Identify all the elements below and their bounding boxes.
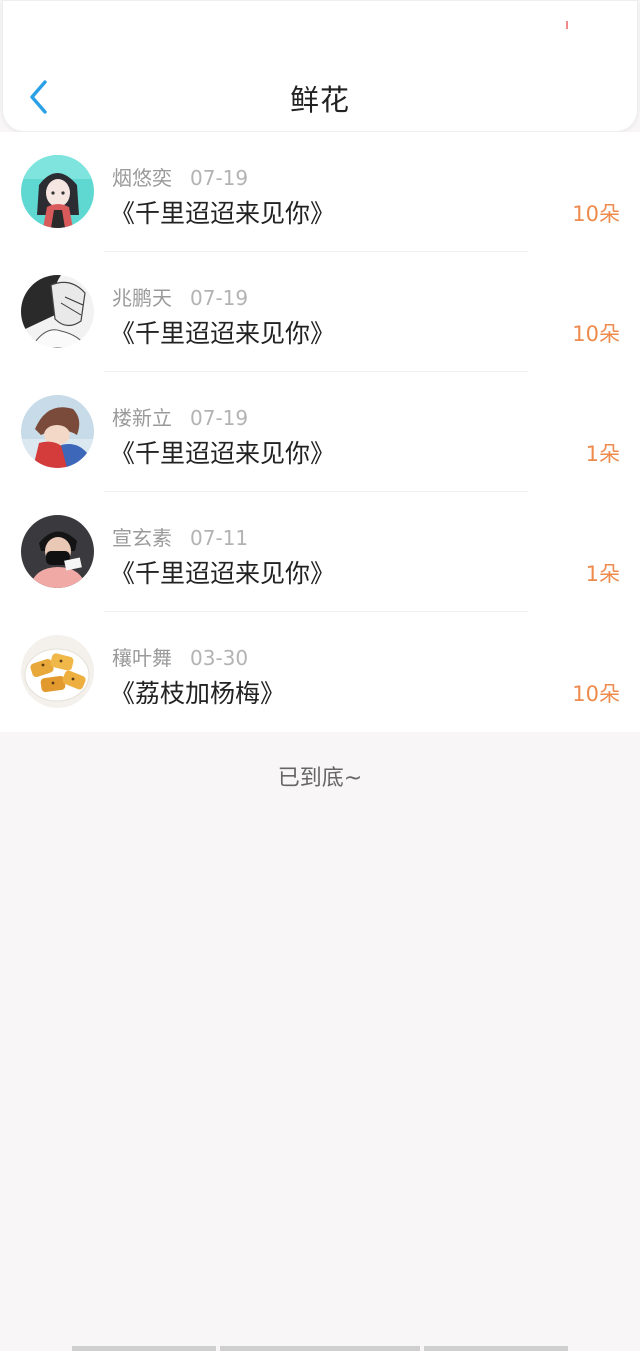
user-name: 楼新立 — [112, 406, 172, 430]
item-date: 07-19 — [190, 166, 249, 190]
bottom-bar-segment — [220, 1346, 420, 1351]
item-meta: 烟悠奕 07-19 — [112, 162, 248, 191]
book-title[interactable]: 《千里迢迢来见你》 — [110, 554, 335, 590]
avatar[interactable] — [21, 395, 94, 468]
item-meta: 兆鹏天 07-19 — [112, 282, 248, 311]
flower-count: 10朵 — [572, 322, 620, 346]
list-item[interactable]: 宣玄素 07-11 《千里迢迢来见你》 1朵 — [0, 492, 640, 612]
avatar[interactable] — [21, 275, 94, 348]
flower-count: 10朵 — [572, 682, 620, 706]
bottom-bar-segment — [424, 1346, 568, 1351]
book-title[interactable]: 《千里迢迢来见你》 — [110, 194, 335, 230]
user-name: 宣玄素 — [112, 526, 172, 550]
user-name: 兆鹏天 — [112, 286, 172, 310]
flower-count: 10朵 — [572, 202, 620, 226]
item-meta: 宣玄素 07-11 — [112, 522, 248, 551]
bottom-bar-segment — [72, 1346, 216, 1351]
book-title[interactable]: 《千里迢迢来见你》 — [110, 434, 335, 470]
flower-list: 烟悠奕 07-19 《千里迢迢来见你》 10朵 兆鹏天 07-19 《千里迢迢来见你… — [0, 132, 640, 732]
user-name: 烟悠奕 — [112, 166, 172, 190]
item-date: 07-11 — [190, 526, 249, 550]
list-item[interactable]: 兆鹏天 07-19 《千里迢迢来见你》 10朵 — [0, 252, 640, 372]
flower-count: 1朵 — [585, 562, 620, 586]
list-item[interactable]: 烟悠奕 07-19 《千里迢迢来见你》 10朵 — [0, 132, 640, 252]
end-of-list-text: 已到底~ — [277, 766, 363, 791]
nav-bar: 鲜花 — [2, 0, 638, 132]
item-date: 07-19 — [190, 286, 249, 310]
item-date: 07-19 — [190, 406, 249, 430]
item-meta: 穰叶舞 03-30 — [112, 642, 248, 671]
item-meta: 楼新立 07-19 — [112, 402, 248, 431]
page-title: 鲜花 — [289, 83, 350, 117]
list-item[interactable]: 穰叶舞 03-30 《荔枝加杨梅》 10朵 — [0, 612, 640, 732]
list-item[interactable]: 楼新立 07-19 《千里迢迢来见你》 1朵 — [0, 372, 640, 492]
avatar[interactable] — [21, 515, 94, 588]
item-date: 03-30 — [190, 646, 249, 670]
status-indicator — [566, 21, 568, 29]
user-name: 穰叶舞 — [112, 646, 172, 670]
flower-count: 1朵 — [585, 442, 620, 466]
book-title[interactable]: 《荔枝加杨梅》 — [110, 674, 285, 710]
avatar[interactable] — [21, 635, 94, 708]
book-title[interactable]: 《千里迢迢来见你》 — [110, 314, 335, 350]
avatar[interactable] — [21, 155, 94, 228]
